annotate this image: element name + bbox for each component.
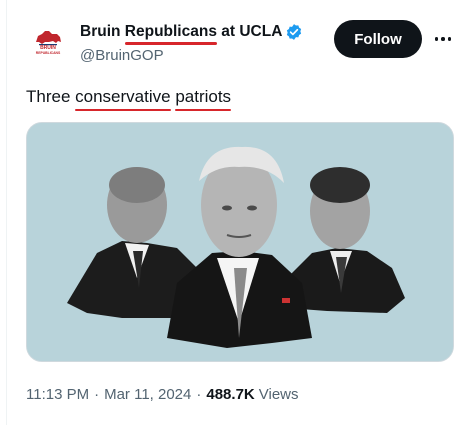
meta-separator: · [94,386,100,403]
more-horizontal-icon [434,37,439,41]
spellcheck-underlined-word: conservative [75,87,172,111]
verified-badge-icon [287,24,302,40]
views-label: Views [258,386,299,403]
meta-separator: · [196,386,202,403]
spellcheck-underlined-word: patriots [175,87,232,111]
spellcheck-underlined-word: Republicans [124,23,217,45]
tweet-text: Three conservative patriots [26,87,232,111]
author-display-name[interactable]: Bruin Republicans at UCLA [80,23,282,45]
author-name-row[interactable]: Bruin Republicans at UCLA [80,22,303,45]
author-handle[interactable]: @BruinGOP [80,47,164,64]
tweet-meta: 11:13 PM · Mar 11, 2024 · 488.7K Views [26,386,299,403]
bruin-logo-icon [36,31,61,46]
three-men-portrait-image [27,123,453,361]
tweet-media-photo[interactable] [26,122,454,362]
tweet-time[interactable]: 11:13 PM [26,386,89,403]
views-count[interactable]: 488.7K [206,386,254,403]
avatar-logo-text: BRUIN REPUBLICANS [35,45,61,56]
more-options-button[interactable] [430,26,456,52]
timeline-border [6,0,7,425]
follow-button[interactable]: Follow [334,20,422,58]
spellcheck-underline [124,42,217,45]
tweet-date[interactable]: Mar 11, 2024 [104,386,191,403]
avatar[interactable]: BRUIN REPUBLICANS [28,22,68,62]
